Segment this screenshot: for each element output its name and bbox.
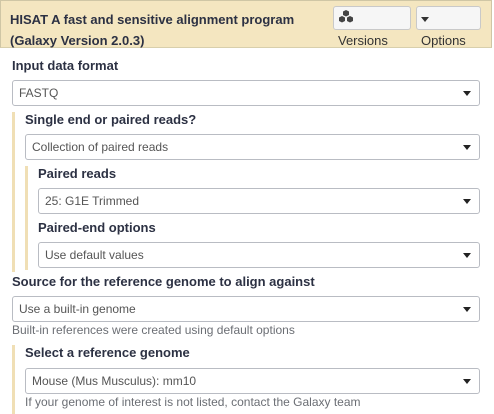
input-format-label: Input data format [12, 58, 119, 73]
reference-genome-select[interactable]: Mouse (Mus Musculus): mm10 [25, 368, 480, 394]
reference-source-label: Source for the reference genome to align… [12, 274, 315, 289]
tool-header: HISAT A fast and sensitive alignment pro… [0, 0, 492, 48]
reference-genome-label: Select a reference genome [25, 345, 190, 360]
options-button[interactable]: Options [416, 6, 481, 48]
paired-options-value: Use default values [45, 248, 144, 262]
input-format-select[interactable]: FASTQ [12, 80, 480, 106]
paired-reads-label: Paired reads [38, 166, 117, 181]
chevron-down-icon [463, 253, 471, 258]
section-indent-bar [12, 345, 15, 414]
chevron-down-icon [463, 379, 471, 384]
reference-source-value: Use a built-in genome [19, 302, 136, 316]
paired-reads-value: 25: G1E Trimmed [45, 194, 140, 208]
paired-options-select[interactable]: Use default values [38, 242, 480, 268]
versions-label: Versions [338, 32, 388, 48]
reads-type-value: Collection of paired reads [32, 140, 169, 154]
tool-title: HISAT A fast and sensitive alignment pro… [10, 12, 295, 48]
reads-type-label: Single end or paired reads? [25, 112, 197, 127]
chevron-down-icon [463, 199, 471, 204]
section-indent-bar [12, 112, 15, 272]
input-format-value: FASTQ [19, 86, 59, 100]
caret-down-icon [421, 8, 429, 30]
reference-source-select[interactable]: Use a built-in genome [12, 296, 480, 322]
options-label: Options [421, 32, 466, 48]
reads-type-select[interactable]: Collection of paired reads [25, 134, 480, 160]
paired-options-label: Paired-end options [38, 220, 156, 235]
reference-source-help: Built-in references were created using d… [12, 323, 295, 337]
section-indent-bar [25, 166, 28, 270]
reference-genome-value: Mouse (Mus Musculus): mm10 [32, 374, 197, 388]
chevron-down-icon [463, 145, 471, 150]
chevron-down-icon [463, 91, 471, 96]
paired-reads-select[interactable]: 25: G1E Trimmed [38, 188, 480, 214]
reference-genome-help: If your genome of interest is not listed… [25, 395, 361, 409]
versions-button[interactable]: Versions [333, 6, 411, 48]
cubes-icon [338, 8, 354, 30]
chevron-down-icon [463, 307, 471, 312]
